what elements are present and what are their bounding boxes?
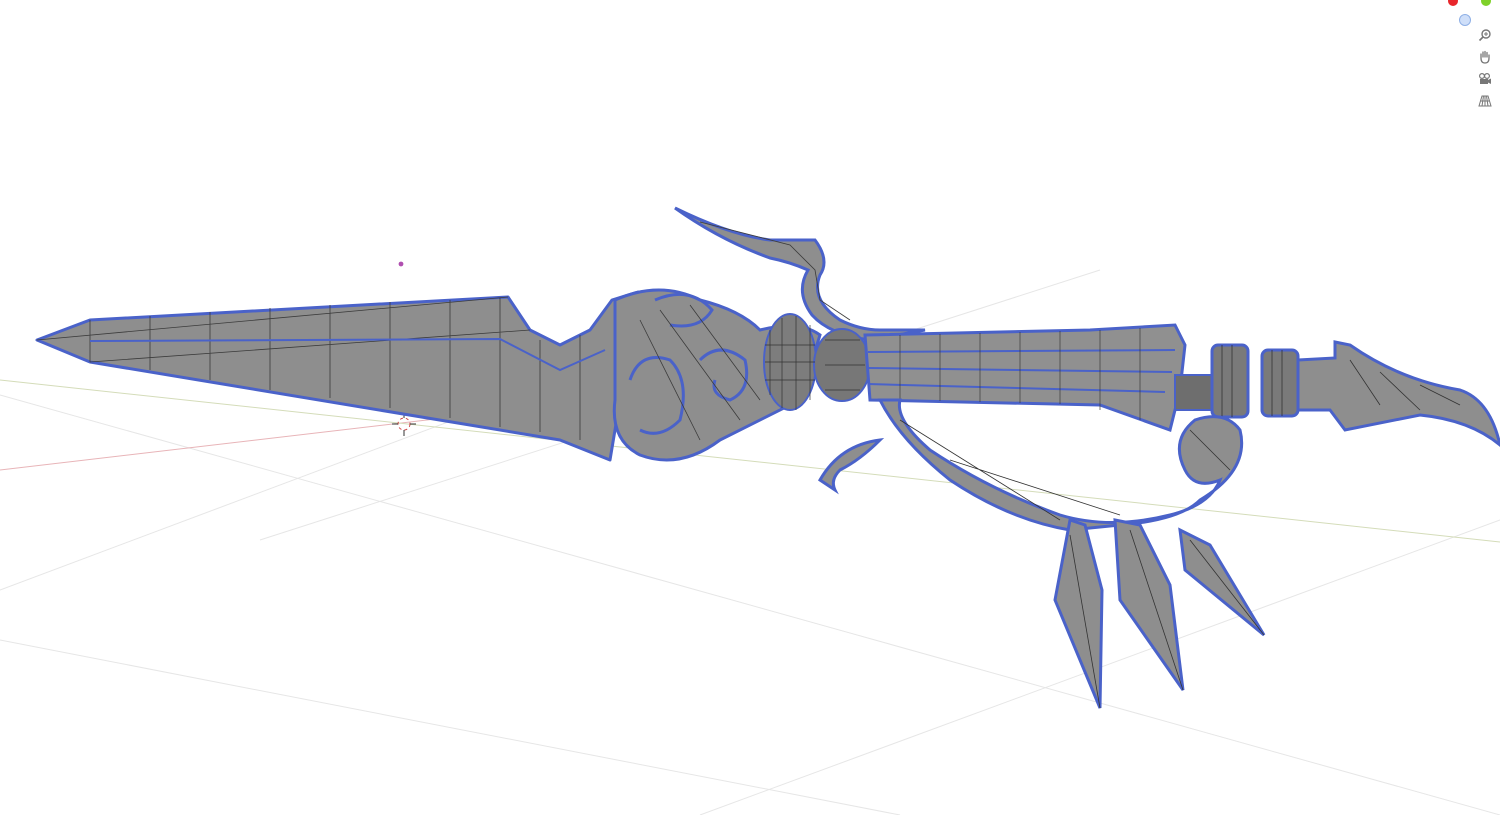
trident-spikes[interactable]	[1053, 518, 1266, 709]
dagger-mesh[interactable]	[35, 206, 1500, 709]
pan-button[interactable]	[1478, 50, 1494, 66]
z-axis-gizmo-dot[interactable]	[1459, 14, 1471, 26]
blade[interactable]	[35, 290, 640, 462]
handle[interactable]	[863, 323, 1187, 432]
light-object[interactable]	[398, 261, 404, 267]
camera-view-button[interactable]	[1478, 72, 1494, 88]
3d-viewport[interactable]	[0, 0, 1500, 815]
navigation-gizmo[interactable]	[1448, 0, 1500, 120]
y-axis-gizmo-dot[interactable]	[1481, 0, 1491, 6]
perspective-toggle-button[interactable]	[1478, 94, 1494, 110]
perspective-grid-icon	[1478, 95, 1492, 107]
knuckle-guard[interactable]	[818, 398, 1244, 532]
hand-pan-icon	[1480, 50, 1490, 64]
zoom-icon	[1478, 29, 1491, 42]
zoom-button[interactable]	[1478, 28, 1494, 44]
viewport-canvas[interactable]	[0, 0, 1500, 815]
camera-view-icon	[1478, 72, 1491, 84]
